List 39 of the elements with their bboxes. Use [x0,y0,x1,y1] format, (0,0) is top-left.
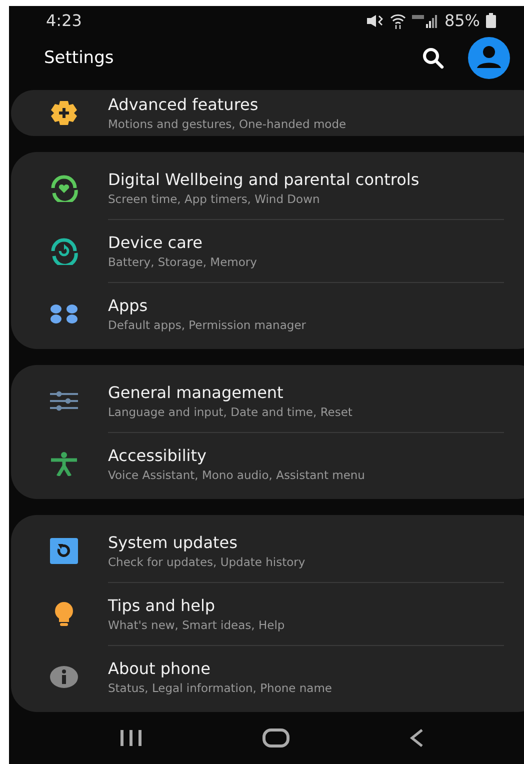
battery-percent: 85% [444,11,480,30]
home-button[interactable] [262,728,290,748]
setting-subtitle: Check for updates, Update history [108,554,306,569]
signal-icon [412,14,438,28]
gear-plus-icon [50,100,78,126]
accessibility-icon [50,452,78,476]
mute-icon [366,14,384,28]
page-title: Settings [44,48,115,68]
battery-icon [486,13,496,28]
setting-subtitle: Language and input, Date and time, Reset [108,404,354,419]
setting-subtitle: Battery, Storage, Memory [108,255,258,270]
setting-subtitle: Status, Legal information, Phone name [108,681,334,696]
profile-avatar[interactable] [468,36,510,79]
refresh-ring-icon [48,236,78,265]
setting-title[interactable]: Digital Wellbeing and parental controls [108,170,504,189]
setting-title[interactable]: Tips and help [108,596,504,616]
setting-title[interactable]: Advanced features [108,95,504,114]
lightbulb-icon [52,602,74,626]
status-time: 4:23 [46,11,82,30]
setting-subtitle: Motions and gestures, One-handed mode [108,117,348,132]
setting-title[interactable]: About phone [108,659,504,678]
update-icon [50,538,78,564]
setting-subtitle: Default apps, Permission manager [108,318,307,332]
setting-title[interactable]: Apps [108,296,504,316]
setting-title[interactable]: Accessibility [108,446,504,466]
sliders-icon [50,390,78,411]
back-button[interactable] [408,728,424,748]
wifi-icon [390,12,406,29]
setting-subtitle: Screen time, App timers, Wind Down [108,192,321,206]
setting-title[interactable]: General management [108,382,504,402]
recents-button[interactable] [118,729,142,748]
setting-title[interactable]: System updates [108,532,504,552]
search-icon[interactable] [422,46,444,69]
setting-subtitle: What's new, Smart ideas, Help [108,618,286,632]
apps-icon [50,304,78,324]
setting-subtitle: Voice Assistant, Mono audio, Assistant menu [108,468,366,482]
heart-ring-icon [48,174,78,202]
setting-title[interactable]: Device care [108,233,504,252]
info-icon [50,664,78,689]
